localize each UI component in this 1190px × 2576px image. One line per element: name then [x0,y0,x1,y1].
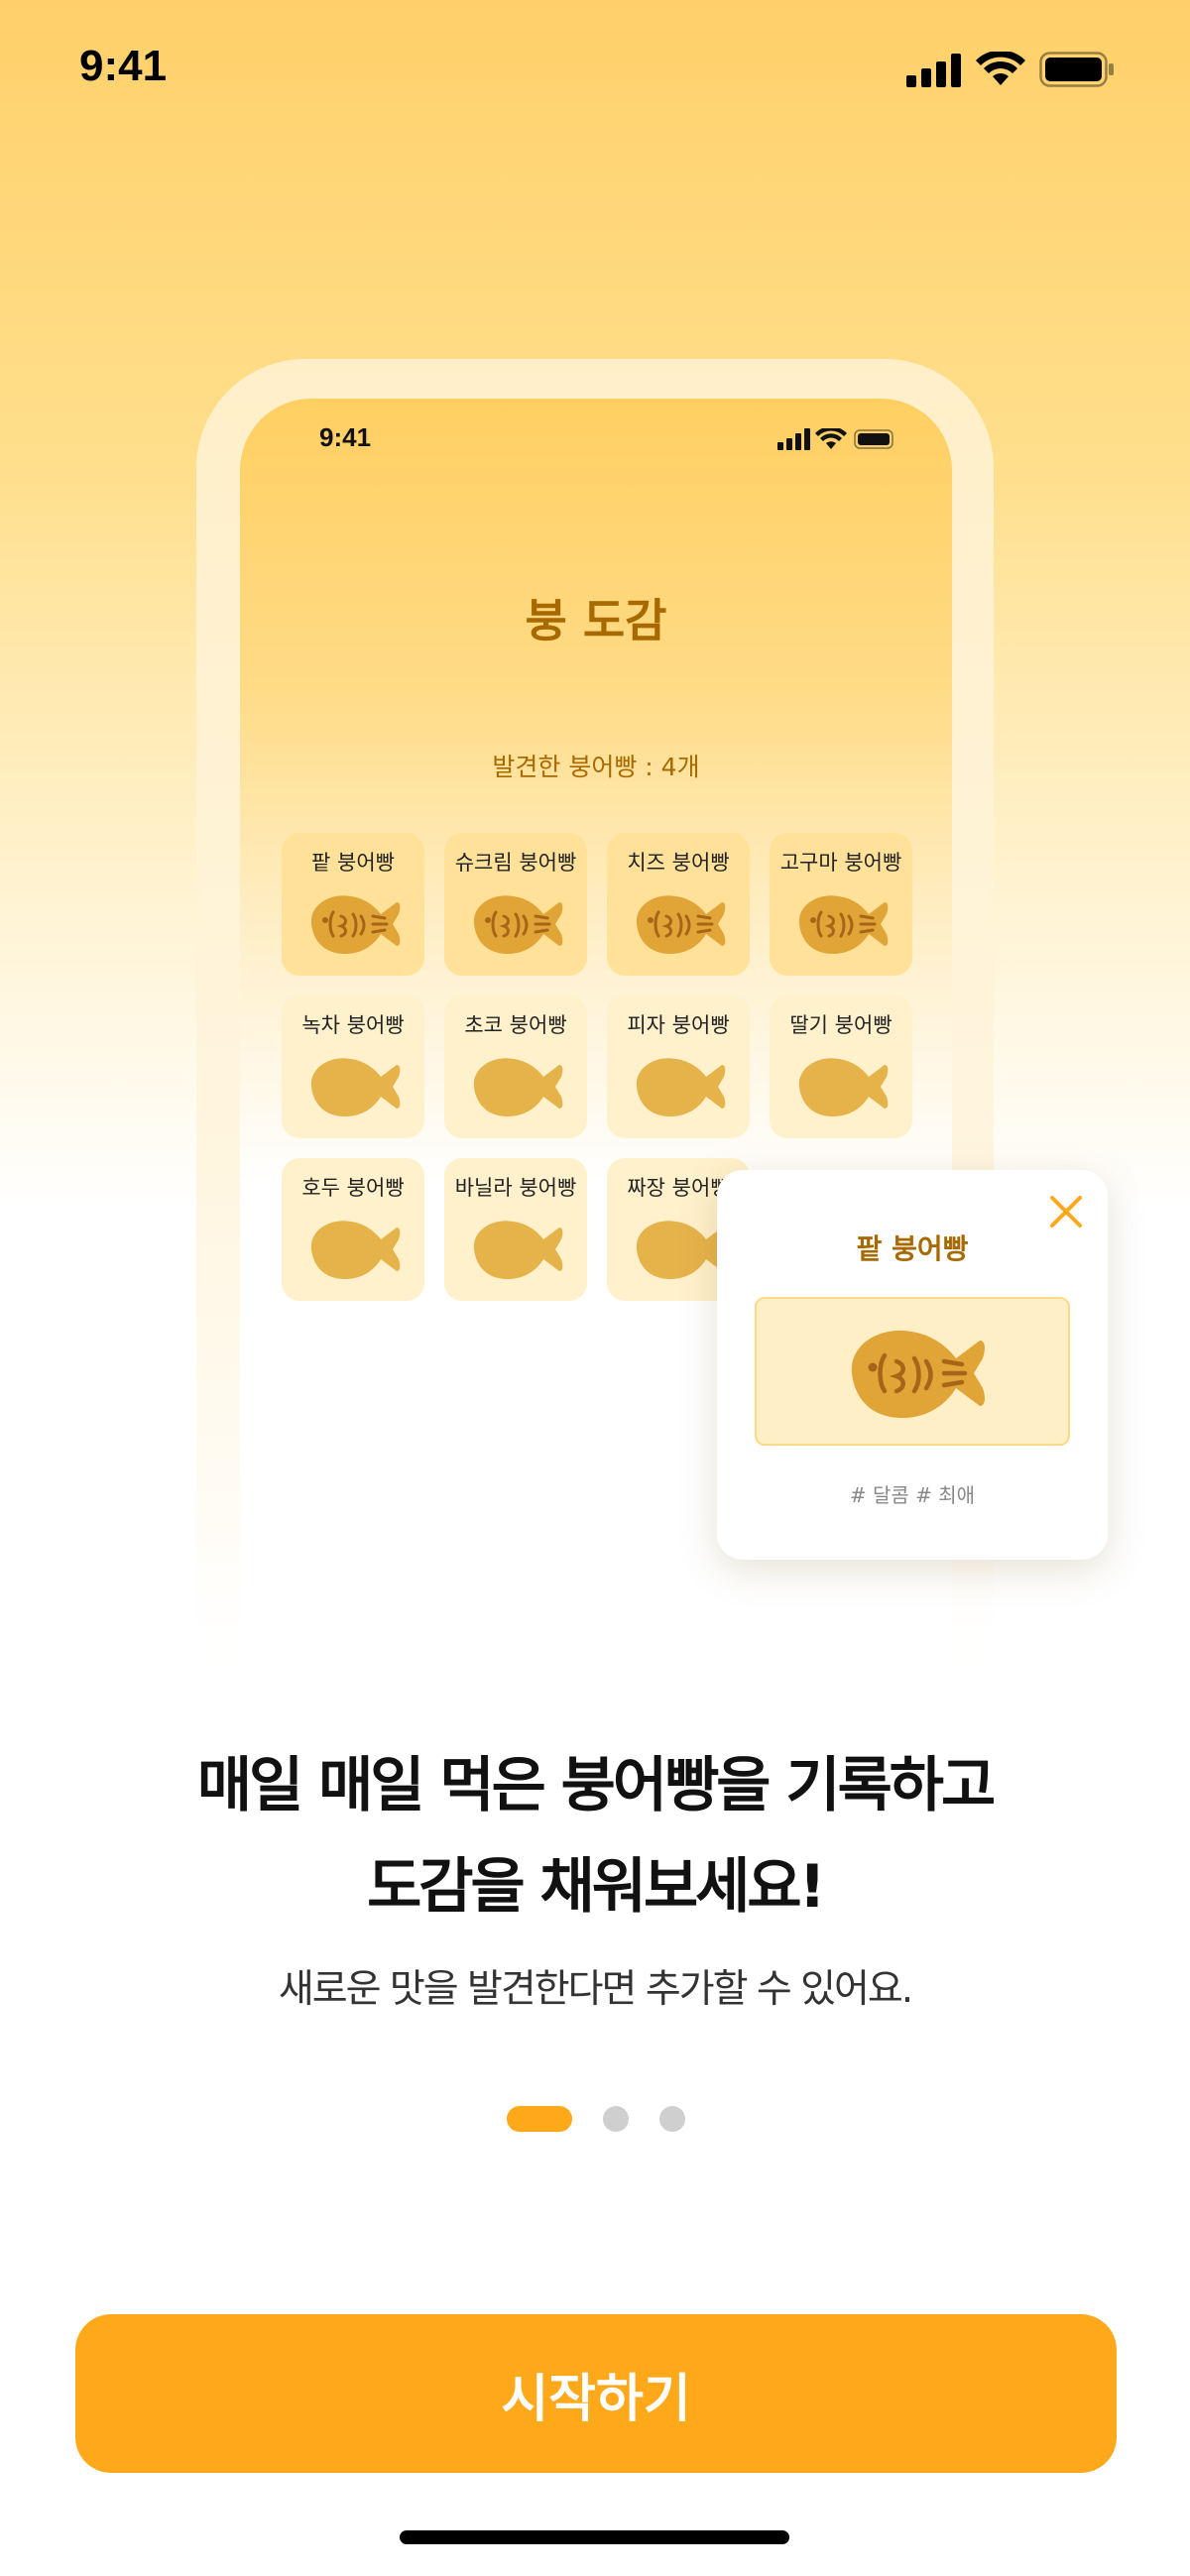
collection-item[interactable]: 바닐라 붕어빵 [444,1158,587,1301]
collection-item[interactable]: 딸기 붕어빵 [770,995,912,1138]
onboarding-subtext: 새로운 맛을 발견한다면 추가할 수 있어요. [278,1967,913,2012]
status-icons [906,50,1115,89]
signal-icon [906,54,961,87]
collection-item[interactable]: 치즈 붕어빵 [607,833,750,976]
bungeoppang-silhouette-icon [791,1049,891,1124]
headline-line-2: 도감을 채워보세요! [367,1852,826,1922]
status-bar: 9:41 [0,0,1190,139]
collection-item-label: 슈크림 붕어빵 [454,851,577,875]
wifi-icon [976,52,1025,85]
start-button[interactable]: 시작하기 [75,2314,1117,2473]
page-dot-active[interactable] [507,2106,572,2132]
home-indicator [400,2530,789,2544]
collection-item[interactable]: 피자 붕어빵 [607,995,750,1138]
popup-title: 팥 붕어빵 [856,1232,969,1265]
bungeoppang-silhouette-icon [629,1212,728,1287]
collection-item-label: 팥 붕어빵 [311,851,395,875]
page-indicator [507,2106,685,2136]
collection-item[interactable]: 고구마 붕어빵 [770,833,912,976]
collection-item-label: 바닐라 붕어빵 [454,1176,577,1200]
battery-icon [1039,52,1114,87]
headline-line-1: 매일 매일 먹은 붕어빵을 기록하고 [196,1751,996,1820]
page-dot[interactable] [603,2106,629,2132]
bungeoppang-silhouette-icon [466,1049,565,1124]
close-icon[interactable] [1046,1192,1086,1231]
collection-item[interactable]: 호두 붕어빵 [282,1158,424,1301]
bungeoppang-silhouette-icon [629,1049,728,1124]
bungeoppang-silhouette-icon [303,1049,403,1124]
mockup-status-icons [777,428,893,450]
bungeoppang-icon [466,886,565,962]
bungeoppang-icon [840,1317,989,1430]
bungeoppang-icon [791,886,891,962]
collection-item[interactable]: 녹차 붕어빵 [282,995,424,1138]
collection-item[interactable]: 슈크림 붕어빵 [444,833,587,976]
status-time: 9:41 [79,42,168,90]
collection-item-label: 고구마 붕어빵 [779,851,902,875]
collection-item-label: 호두 붕어빵 [301,1176,405,1200]
bungeoppang-icon [629,886,728,962]
mockup-found-count: 발견한 붕어빵 : 4개 [492,753,700,781]
mockup-page-title: 붕 도감 [525,594,667,647]
onboarding-headline: 매일 매일 먹은 붕어빵을 기록하고 도감을 채워보세요! [0,1735,1190,1937]
collection-item-label: 초코 붕어빵 [464,1013,567,1037]
collection-item-label: 딸기 붕어빵 [789,1013,892,1037]
collection-item[interactable]: 팥 붕어빵 [282,833,424,976]
bungeoppang-silhouette-icon [466,1212,565,1287]
popup-image-box [755,1297,1070,1446]
collection-item[interactable]: 초코 붕어빵 [444,995,587,1138]
collection-item-label: 녹차 붕어빵 [301,1013,405,1037]
detail-popup: 팥 붕어빵 # 달콤 # 최애 [717,1170,1108,1560]
page-dot[interactable] [659,2106,685,2132]
mockup-status-time: 9:41 [319,422,372,452]
popup-tags: # 달콤 # 최애 [849,1483,976,1507]
bungeoppang-silhouette-icon [303,1212,403,1287]
bungeoppang-icon [303,886,403,962]
collection-item-label: 치즈 붕어빵 [627,851,730,875]
collection-item-label: 피자 붕어빵 [627,1013,730,1037]
